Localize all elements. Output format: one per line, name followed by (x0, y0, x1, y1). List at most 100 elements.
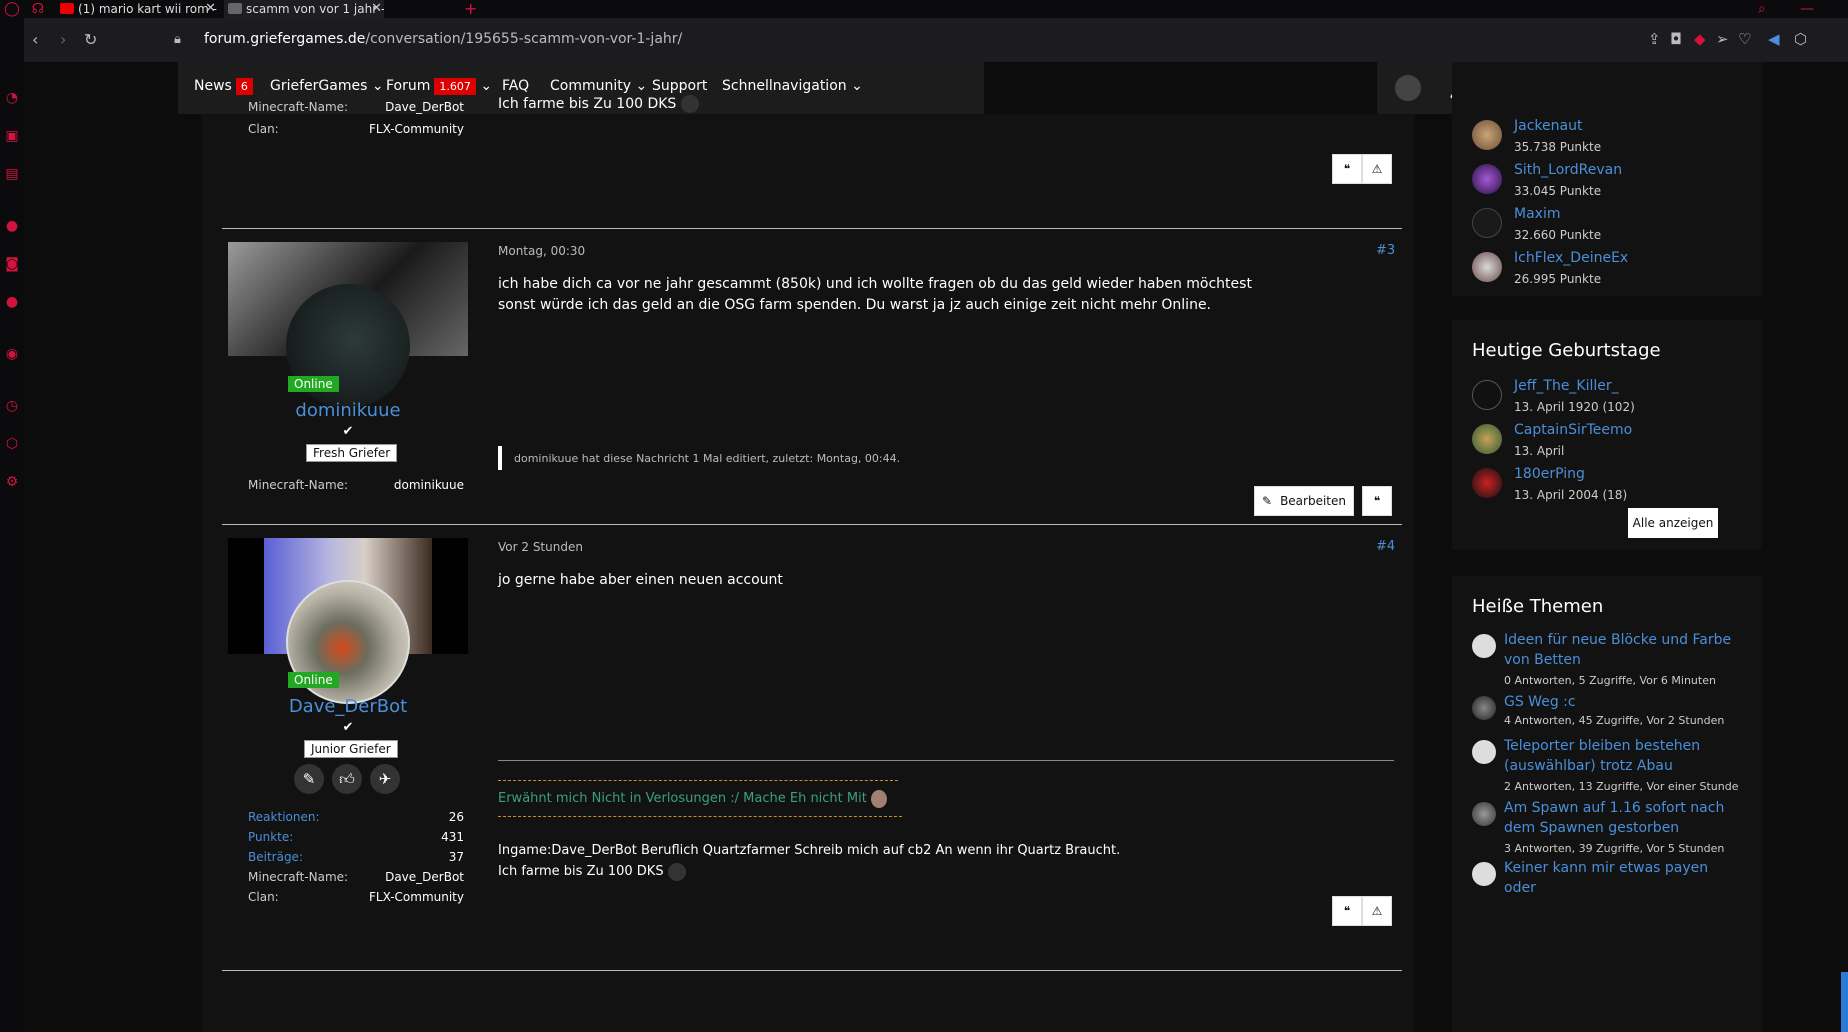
topic-link[interactable]: Am Spawn auf 1.16 sofort nach dem Spawne… (1504, 798, 1744, 838)
meta-key[interactable]: Reaktionen: (248, 810, 320, 824)
user-link[interactable]: CaptainSirTeemo (1514, 422, 1632, 438)
avatar[interactable] (1472, 120, 1502, 150)
back-icon[interactable]: ‹ (32, 30, 38, 49)
avatar[interactable] (1472, 208, 1502, 238)
avatar[interactable] (1472, 862, 1496, 886)
cube-icon[interactable]: ⬡ (1794, 30, 1807, 48)
user-link[interactable]: 180erPing (1514, 466, 1585, 482)
meta-key[interactable]: Beiträge: (248, 850, 303, 864)
player-icon[interactable]: ◉ (0, 346, 24, 362)
topic-link[interactable]: Teleporter bleiben bestehen (auswählbar)… (1504, 736, 1744, 776)
pencil-award-icon[interactable]: ✎ (294, 764, 324, 794)
gamepad-icon[interactable]: ☊ (28, 1, 48, 17)
opera-logo-icon[interactable]: ◯ (0, 0, 24, 18)
user-link[interactable]: IchFlex_DeineEx (1514, 250, 1628, 266)
post-date[interactable]: Vor 2 Stunden (498, 540, 583, 554)
tab-griefergames[interactable]: scamm von vor 1 jahr - Gri ✕ (224, 0, 384, 18)
whatsapp-icon[interactable]: ● (0, 218, 24, 234)
meta-key: Minecraft-Name: (248, 478, 349, 492)
avatar[interactable] (1472, 740, 1496, 764)
meta-key: Minecraft-Name: (248, 100, 349, 114)
tab-youtube[interactable]: (1) mario kart wii rom - You ✕ (56, 0, 218, 18)
signature-text-block: Ingame:Dave_DerBot Beruflich Quartzfarme… (498, 840, 1258, 882)
avatar[interactable] (1472, 634, 1496, 658)
topic-link[interactable]: GS Weg :c (1504, 692, 1744, 712)
avatar[interactable] (1472, 696, 1496, 720)
nav-news[interactable]: News 6 (194, 78, 253, 95)
report-button[interactable]: ⚠ (1362, 154, 1392, 184)
history-icon[interactable]: ◷ (0, 398, 24, 414)
avatar[interactable] (1472, 468, 1502, 498)
avatar[interactable] (1472, 424, 1502, 454)
report-button[interactable]: ⚠ (1362, 896, 1392, 926)
nav-support[interactable]: Support (652, 78, 707, 94)
snapshot-icon[interactable]: ◘ (1670, 30, 1682, 48)
heart-icon[interactable]: ♡ (1738, 30, 1751, 48)
thumbs-up-award-icon[interactable]: 👍︎ (332, 764, 362, 794)
close-tab-icon[interactable]: ✕ (205, 0, 216, 18)
nav-schnellnavigation[interactable]: Schnellnavigation ⌄ (722, 78, 863, 94)
url-field[interactable]: forum.griefergames.de/conversation/19565… (204, 31, 682, 47)
hot-topics-box: Heiße Themen Ideen für neue Blöcke und F… (1452, 576, 1762, 1032)
quote-button[interactable]: ❝ (1332, 154, 1362, 184)
verified-check-icon: ✔ (342, 424, 354, 439)
twitter-icon[interactable]: ● (0, 294, 24, 310)
quote-button[interactable]: ❝ (1332, 896, 1362, 926)
close-tab-icon[interactable]: ✕ (371, 0, 382, 18)
user-link[interactable]: Jackenaut (1514, 118, 1582, 134)
verified-check-icon: ✔ (342, 720, 354, 735)
plane-award-icon[interactable]: ✈ (370, 764, 400, 794)
avatar[interactable] (1472, 380, 1502, 410)
shopping-icon[interactable]: ▣ (0, 128, 24, 144)
edit-label: Bearbeiten (1280, 494, 1346, 508)
share-icon[interactable]: ⇪ (1648, 30, 1661, 48)
nav-forum[interactable]: Forum 1.607 ⌄ (386, 78, 492, 95)
topic-link[interactable]: Keiner kann mir etwas payen oder (1504, 858, 1744, 898)
user-avatar[interactable] (1395, 75, 1421, 101)
scroll-indicator[interactable] (1841, 972, 1848, 1032)
reload-icon[interactable]: ↻ (84, 30, 97, 49)
quote-button[interactable]: ❝ (1362, 486, 1392, 516)
edit-button[interactable]: ✎ Bearbeiten (1254, 486, 1354, 516)
nav-griefergames[interactable]: GrieferGames ⌄ (270, 78, 384, 94)
address-bar: ‹ › ↻ 🔒︎ forum.griefergames.de/conversat… (24, 18, 1848, 62)
quote-icon: ❝ (1343, 904, 1351, 918)
post-date[interactable]: Montag, 00:30 (498, 244, 585, 258)
topic-link[interactable]: Ideen für neue Blöcke und Farbe von Bett… (1504, 630, 1744, 670)
avatar[interactable] (1472, 252, 1502, 282)
send-icon[interactable]: ➢ (1716, 30, 1729, 48)
birthday-date: 13. April 1920 (102) (1514, 400, 1635, 414)
user-link[interactable]: Jeff_The_Killer_ (1514, 378, 1619, 394)
search-tabs-icon[interactable]: ⌕ (1758, 0, 1766, 18)
prev-signature: Ich farme bis Zu 100 DKS (498, 94, 1258, 115)
speaker-icon[interactable]: ◀ (1768, 30, 1780, 48)
show-all-button[interactable]: Alle anzeigen (1628, 508, 1718, 538)
signature-line: Ingame:Dave_DerBot Beruflich Quartzfarme… (498, 843, 1121, 858)
online-badge: Online (288, 376, 339, 392)
adblock-icon[interactable]: ◆ (1694, 30, 1706, 48)
nav-faq[interactable]: FAQ (502, 78, 529, 94)
forum-badge: 1.607 (434, 78, 476, 95)
user-link[interactable]: Sith_LordRevan (1514, 162, 1622, 178)
meta-key[interactable]: Punkte: (248, 830, 293, 844)
nav-label: Forum (386, 78, 431, 94)
post-number-link[interactable]: #4 (1376, 539, 1395, 554)
user-link[interactable]: Maxim (1514, 206, 1560, 222)
quote-icon: ❝ (1343, 162, 1351, 176)
instagram-icon[interactable]: ◙ (0, 256, 24, 272)
username-link[interactable]: dominikuue (228, 400, 468, 421)
avatar[interactable] (1472, 802, 1496, 826)
minimize-icon[interactable]: — (1800, 0, 1814, 18)
nav-community[interactable]: Community ⌄ (550, 78, 647, 94)
avatar[interactable] (1472, 164, 1502, 194)
twitch-icon[interactable]: ▤ (0, 166, 24, 182)
extensions-icon[interactable]: ⬡ (0, 436, 24, 452)
settings-icon[interactable]: ⚙ (0, 474, 24, 490)
forward-icon[interactable]: › (60, 30, 66, 49)
speed-dial-icon[interactable]: ◔ (0, 90, 24, 106)
new-tab-button[interactable]: + (464, 0, 477, 18)
post-number-link[interactable]: #3 (1376, 243, 1395, 258)
edit-note: dominikuue hat diese Nachricht 1 Mal edi… (514, 452, 901, 465)
signature-link[interactable]: Erwähnt mich Nicht in Verlosungen :/ Mac… (498, 788, 1258, 809)
username-link[interactable]: Dave_DerBot (228, 696, 468, 717)
